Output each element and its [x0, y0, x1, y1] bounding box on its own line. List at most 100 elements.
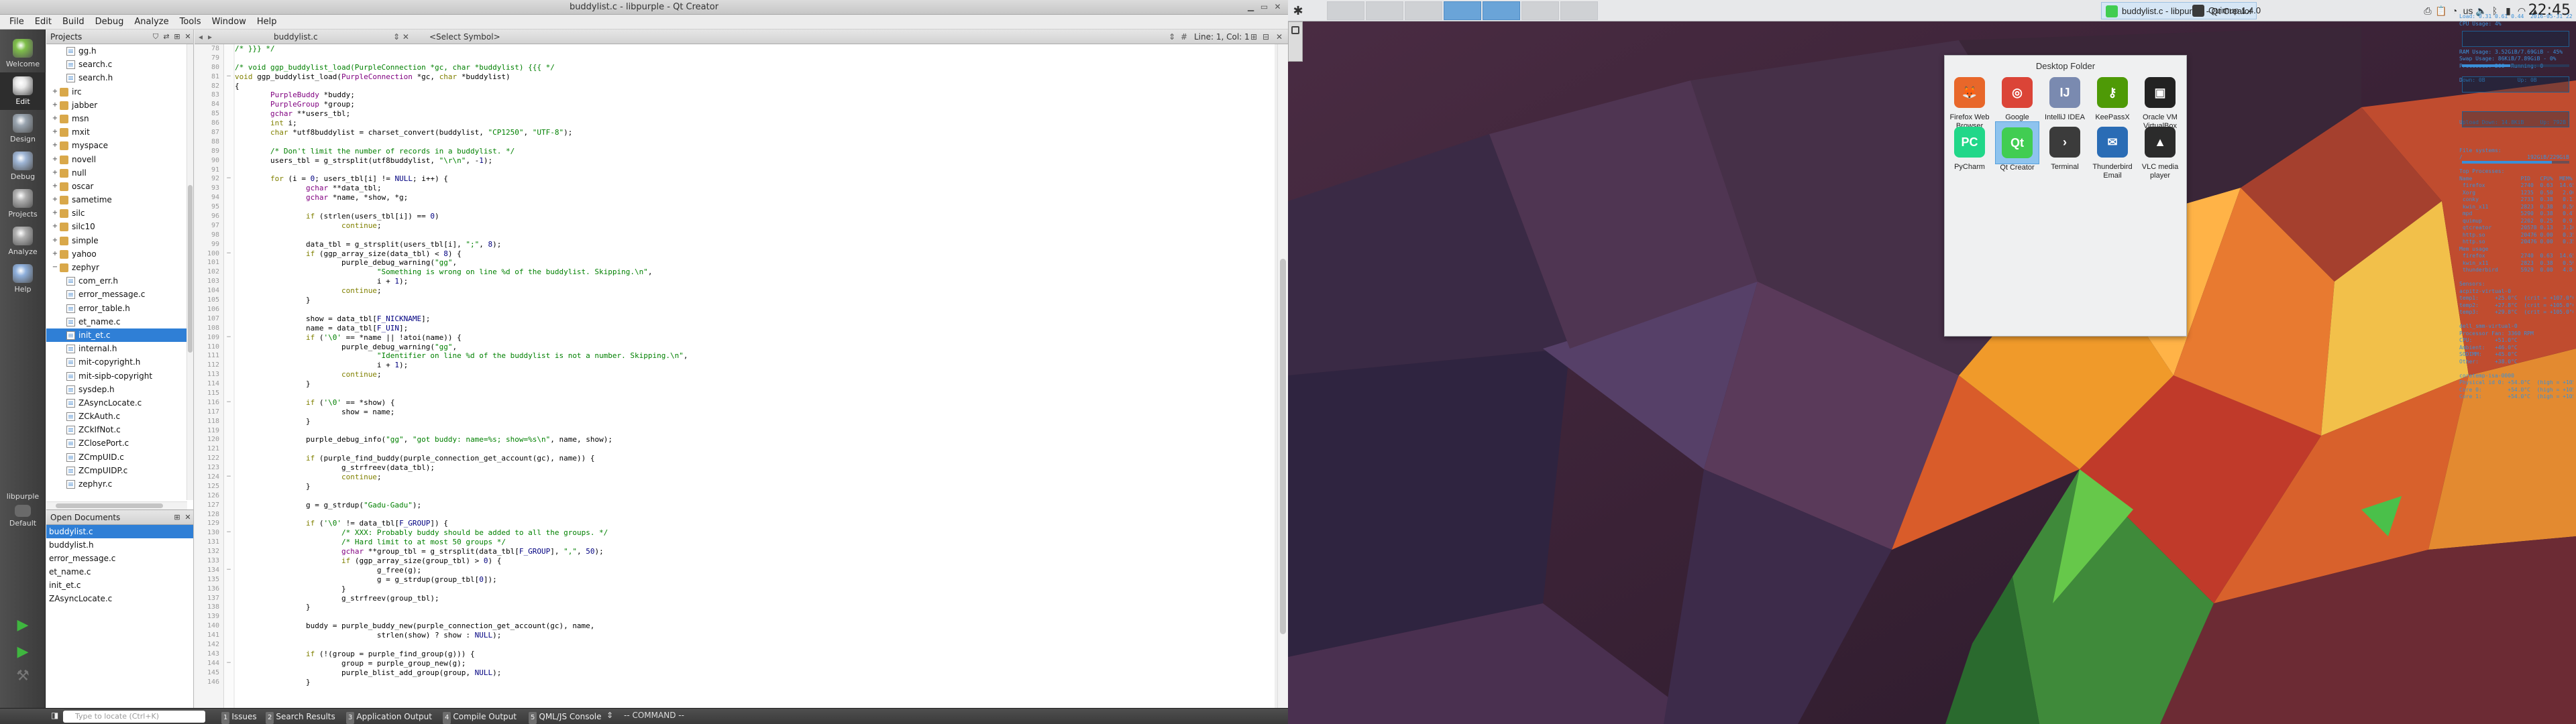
fold-marker[interactable]: −: [224, 398, 233, 408]
tree-file[interactable]: com_err.h: [46, 274, 187, 288]
desktop-toolbox[interactable]: [1288, 21, 1303, 62]
menu-window[interactable]: Window: [207, 17, 252, 27]
expand-icon[interactable]: +: [52, 112, 58, 125]
fold-marker[interactable]: [224, 678, 233, 687]
pager-desktop-4[interactable]: [1444, 1, 1481, 20]
fold-marker[interactable]: [224, 491, 233, 501]
mode-analyze[interactable]: Analyze: [0, 223, 46, 260]
app-qtcreator[interactable]: Qt Qt Creator: [1995, 121, 2039, 172]
fold-marker[interactable]: [224, 612, 233, 621]
tree-file[interactable]: ZCkIfNot.c: [46, 423, 187, 436]
tree-file[interactable]: ZCmpUIDP.c: [46, 464, 187, 477]
tree-folder[interactable]: + sametime: [46, 193, 187, 206]
expand-icon[interactable]: +: [52, 247, 58, 261]
menu-debug[interactable]: Debug: [90, 17, 129, 27]
menu-help[interactable]: Help: [252, 17, 282, 27]
output-tab-application-output[interactable]: 3 Application Output: [343, 711, 435, 724]
fold-marker[interactable]: [224, 277, 233, 286]
fold-marker[interactable]: −: [224, 473, 233, 482]
output-toggle-icon[interactable]: ⇕: [606, 711, 613, 720]
fold-marker[interactable]: [224, 444, 233, 454]
fold-marker[interactable]: [224, 603, 233, 612]
toggle-sidebar-icon[interactable]: ◨: [51, 711, 58, 720]
output-tab-issues[interactable]: 1 Issues: [219, 711, 260, 724]
mode-projects[interactable]: Projects: [0, 185, 46, 223]
fold-marker[interactable]: [224, 640, 233, 650]
fold-marker[interactable]: [224, 119, 233, 128]
fold-marker[interactable]: [224, 305, 233, 314]
fold-marker[interactable]: [224, 90, 233, 100]
folding-margin[interactable]: − − − − − − − − −: [224, 44, 233, 708]
expand-icon[interactable]: +: [52, 180, 58, 193]
fold-marker[interactable]: [224, 184, 233, 193]
tree-folder[interactable]: + msn: [46, 112, 187, 125]
expand-icon[interactable]: +: [52, 220, 58, 233]
tree-folder[interactable]: + mxit: [46, 125, 187, 139]
tree-file[interactable]: internal.h: [46, 342, 187, 355]
fold-marker[interactable]: [224, 379, 233, 389]
close-pane-icon[interactable]: ✕: [182, 513, 193, 522]
mode-welcome[interactable]: Welcome: [0, 35, 46, 72]
minimize-icon[interactable]: ▁: [1246, 2, 1256, 12]
open-document-item[interactable]: buddylist.c: [46, 525, 193, 538]
expand-icon[interactable]: +: [52, 234, 58, 247]
fold-marker[interactable]: [224, 370, 233, 379]
encoding-icon[interactable]: #: [1181, 32, 1187, 42]
file-selector[interactable]: buddylist.c: [274, 32, 318, 42]
mode-edit[interactable]: Edit: [0, 72, 46, 110]
pager-desktop-5[interactable]: [1483, 1, 1520, 20]
tree-file[interactable]: ZCkAuth.c: [46, 410, 187, 423]
fold-marker[interactable]: [224, 128, 233, 137]
app-chrome[interactable]: ◎Google Chrome: [1995, 72, 2039, 130]
fold-marker[interactable]: [224, 314, 233, 324]
fold-marker[interactable]: [224, 538, 233, 547]
output-tab-qml-js-console[interactable]: 5 QML/JS Console: [526, 711, 604, 724]
tree-folder[interactable]: + yahoo: [46, 247, 187, 261]
fold-marker[interactable]: [224, 221, 233, 231]
fold-marker[interactable]: [224, 435, 233, 444]
fold-marker[interactable]: [224, 631, 233, 640]
app-keepassx[interactable]: ⚷ KeePassX: [2090, 72, 2135, 121]
projects-view-selector[interactable]: Projects: [50, 32, 150, 42]
split-editor-icon[interactable]: ⊞: [1250, 32, 1257, 42]
fold-marker[interactable]: −: [224, 249, 233, 259]
fold-marker[interactable]: [224, 650, 233, 659]
app-virtualbox[interactable]: ▣ Oracle VM VirtualBox: [2138, 72, 2182, 130]
run-icon[interactable]: ▶: [12, 617, 34, 636]
project-tree-hscrollbar[interactable]: [46, 501, 187, 509]
menu-file[interactable]: File: [4, 17, 30, 27]
mode-help[interactable]: Help: [0, 260, 46, 298]
pager-desktop-2[interactable]: [1366, 1, 1403, 20]
fold-marker[interactable]: [224, 202, 233, 212]
tree-folder[interactable]: + silc10: [46, 220, 187, 233]
tree-folder[interactable]: + oscar: [46, 180, 187, 193]
tree-file[interactable]: error_table.h: [46, 302, 187, 315]
fold-marker[interactable]: [224, 286, 233, 296]
split-side-icon[interactable]: ⊟: [1263, 32, 1269, 42]
fold-marker[interactable]: [224, 621, 233, 631]
tree-file[interactable]: ZAsyncLocate.c: [46, 396, 187, 410]
tree-file[interactable]: ZCmpUID.c: [46, 450, 187, 464]
sync-icon[interactable]: ⇄: [161, 32, 172, 41]
fold-marker[interactable]: [224, 510, 233, 520]
fold-marker[interactable]: [224, 417, 233, 426]
expand-icon[interactable]: +: [52, 125, 58, 139]
nav-back-icon[interactable]: ◂: [199, 32, 203, 42]
fold-marker[interactable]: [224, 585, 233, 594]
clipboard-icon[interactable]: 📋: [2435, 3, 2447, 19]
menu-edit[interactable]: Edit: [30, 17, 57, 27]
printer-icon[interactable]: ⎙: [2422, 3, 2434, 19]
fold-marker[interactable]: [224, 100, 233, 109]
tree-file[interactable]: mit-copyright.h: [46, 355, 187, 369]
taskbar-item[interactable]: Quimup 1.4.0: [2188, 2, 2265, 19]
locator-input[interactable]: Type to locate (Ctrl+K): [63, 711, 205, 723]
output-tab-compile-output[interactable]: 4 Compile Output: [440, 711, 519, 724]
debug-run-icon[interactable]: ▶: [12, 644, 34, 662]
expand-icon[interactable]: +: [52, 139, 58, 152]
fold-marker[interactable]: −: [224, 333, 233, 343]
tree-folder[interactable]: + silc: [46, 206, 187, 220]
fold-marker[interactable]: [224, 296, 233, 305]
app-terminal[interactable]: › Terminal: [2043, 121, 2087, 171]
tree-folder[interactable]: + irc: [46, 85, 187, 99]
tree-file[interactable]: error_message.c: [46, 288, 187, 301]
